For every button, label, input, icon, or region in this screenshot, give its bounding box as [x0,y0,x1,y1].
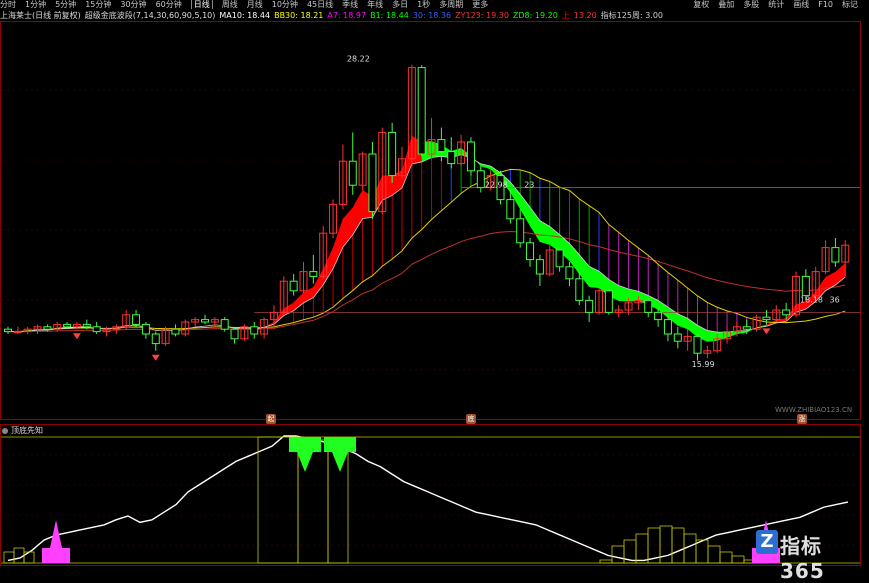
candle-body [132,314,141,325]
step-bar [731,555,745,564]
candle-body [663,319,672,335]
step-bar [659,525,673,564]
candle-body [141,323,150,335]
candle-body [831,247,840,263]
watermark: WWW.ZHIBIAO123.CN [775,406,853,414]
sub-panel-border [0,424,861,566]
logo: Z 指标365 [756,528,866,583]
candle-body [693,335,702,354]
candle-body [250,326,259,335]
candle-body [644,299,653,313]
candle-body [654,311,663,321]
ma-30-line [8,168,846,333]
candle-body [230,328,239,340]
signal-marker-0: 起 [266,414,276,424]
step-bar [13,547,25,564]
candle-body [63,323,72,328]
candle-body [13,331,22,334]
signal-arrow [762,328,771,335]
step-bar [3,551,15,564]
indicator-dot-icon[interactable] [2,427,8,434]
step-bar [611,545,625,564]
signal-marker-1: 底 [466,414,476,424]
signal-arrow [151,354,160,361]
price-annotation: 15.99 [692,360,715,369]
step-bar [257,436,299,564]
candle-body [437,139,446,153]
candle-body [417,67,426,155]
candle-body [309,271,318,277]
candle-body [673,333,682,342]
main-chart: 28.22 22.98 23 15.99 18.18 36 [0,21,861,566]
candle-body [476,170,485,189]
candle-body [289,280,298,292]
step-bar [671,527,685,564]
candle-body [348,160,357,186]
candle-body [466,141,475,172]
top-signal [289,437,321,472]
candle-body [575,278,584,301]
candle-body [516,218,525,244]
candle-body [565,266,574,280]
sub-indicator-title: 顶底先知 [2,426,43,436]
ma-slow-line [8,154,846,333]
price-annotation: 36 [830,296,840,305]
candle-body [604,290,613,313]
candle-body [555,249,564,268]
candle-body [43,326,52,330]
candle-body [4,328,12,333]
step-bar [719,551,733,564]
top-signal [324,437,356,472]
candle-body [388,131,397,177]
candle-body [535,259,544,275]
candle-body [526,242,535,261]
signal-marker-2: 涨 [797,414,807,424]
candle-body [801,275,810,297]
price-annotation: 23 [524,180,534,189]
bottom-signal [42,520,70,563]
price-annotation: 18.18 [800,296,823,305]
candle-body [762,316,771,321]
candle-body [82,323,91,328]
logo-text: 指标365 [780,534,825,583]
candle-body [447,151,456,165]
candle-body [782,309,791,316]
candle-body [201,319,209,323]
step-bar [635,533,649,564]
candle-body [742,326,751,330]
candle-body [368,153,377,213]
candle-body [151,333,160,345]
candle-body [506,199,515,220]
step-bar [707,545,721,564]
price-annotation: 22.98 [485,180,508,189]
candle-body [171,328,180,335]
sub-indicator-name: 顶底先知 [11,426,43,435]
candle-body [92,326,101,333]
price-annotation: 28.22 [347,55,370,64]
step-bar [599,559,613,564]
oscillator-line [7,435,849,562]
candle-body [585,299,594,313]
candle-body [220,319,229,330]
logo-icon: Z [756,530,778,554]
signal-arrow [72,333,81,340]
